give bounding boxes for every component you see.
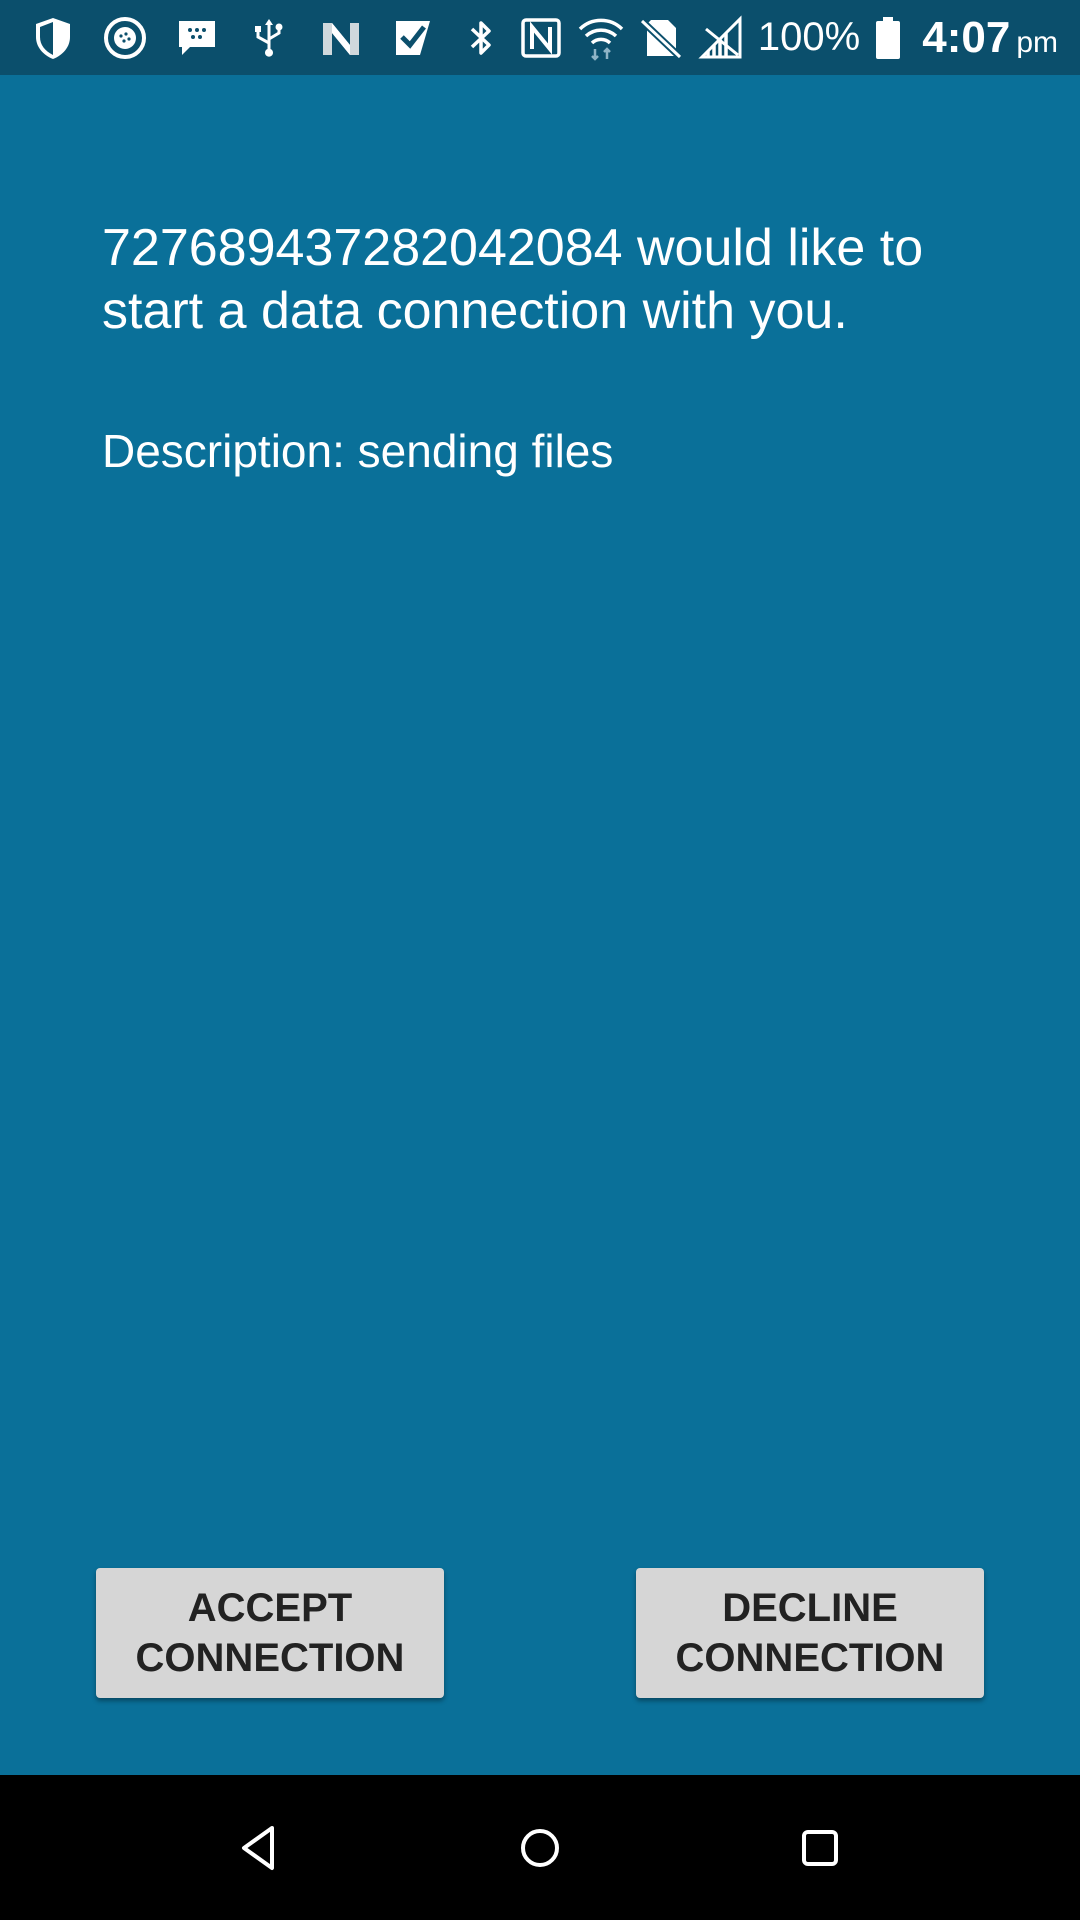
status-bar: 100% 4:07 pm: [0, 0, 1080, 75]
clock-time: 4:07: [922, 12, 1011, 62]
no-signal-icon: [698, 14, 744, 61]
connection-request-message: 727689437282042084 would like to start a…: [102, 219, 924, 340]
check-app-icon: [390, 15, 436, 61]
connection-description: Description: sending files: [102, 425, 614, 477]
status-notification-icons: [30, 0, 436, 75]
accept-button-line2: CONNECTION: [135, 1636, 405, 1680]
wifi-icon: [578, 15, 624, 61]
battery-icon: [874, 15, 902, 61]
nfc-icon: [518, 15, 564, 61]
accept-button-line1: ACCEPT: [187, 1586, 353, 1630]
home-icon[interactable]: [504, 1812, 576, 1884]
back-icon[interactable]: [224, 1812, 296, 1884]
status-system-icons: 100% 4:07 pm: [458, 0, 1058, 75]
recents-icon[interactable]: [784, 1812, 856, 1884]
n-app-icon: [318, 15, 364, 61]
usb-icon: [246, 15, 292, 61]
camera-shutter-icon: [102, 15, 148, 61]
status-clock: 4:07 pm: [922, 13, 1058, 63]
clock-ampm: pm: [1016, 25, 1058, 59]
bbm-chat-icon: [174, 15, 220, 61]
no-sim-icon: [638, 15, 684, 61]
decline-button-line2: CONNECTION: [675, 1636, 945, 1680]
accept-connection-button[interactable]: ACCEPT CONNECTION: [96, 1568, 444, 1698]
connection-request-screen: 727689437282042084 would like to start a…: [0, 75, 1080, 1775]
shield-icon: [30, 15, 76, 61]
navigation-bar: [0, 1775, 1080, 1920]
bluetooth-icon: [458, 15, 504, 61]
decline-button-line1: DECLINE: [722, 1586, 898, 1630]
battery-percent: 100%: [757, 15, 861, 59]
decline-connection-button[interactable]: DECLINE CONNECTION: [636, 1568, 984, 1698]
